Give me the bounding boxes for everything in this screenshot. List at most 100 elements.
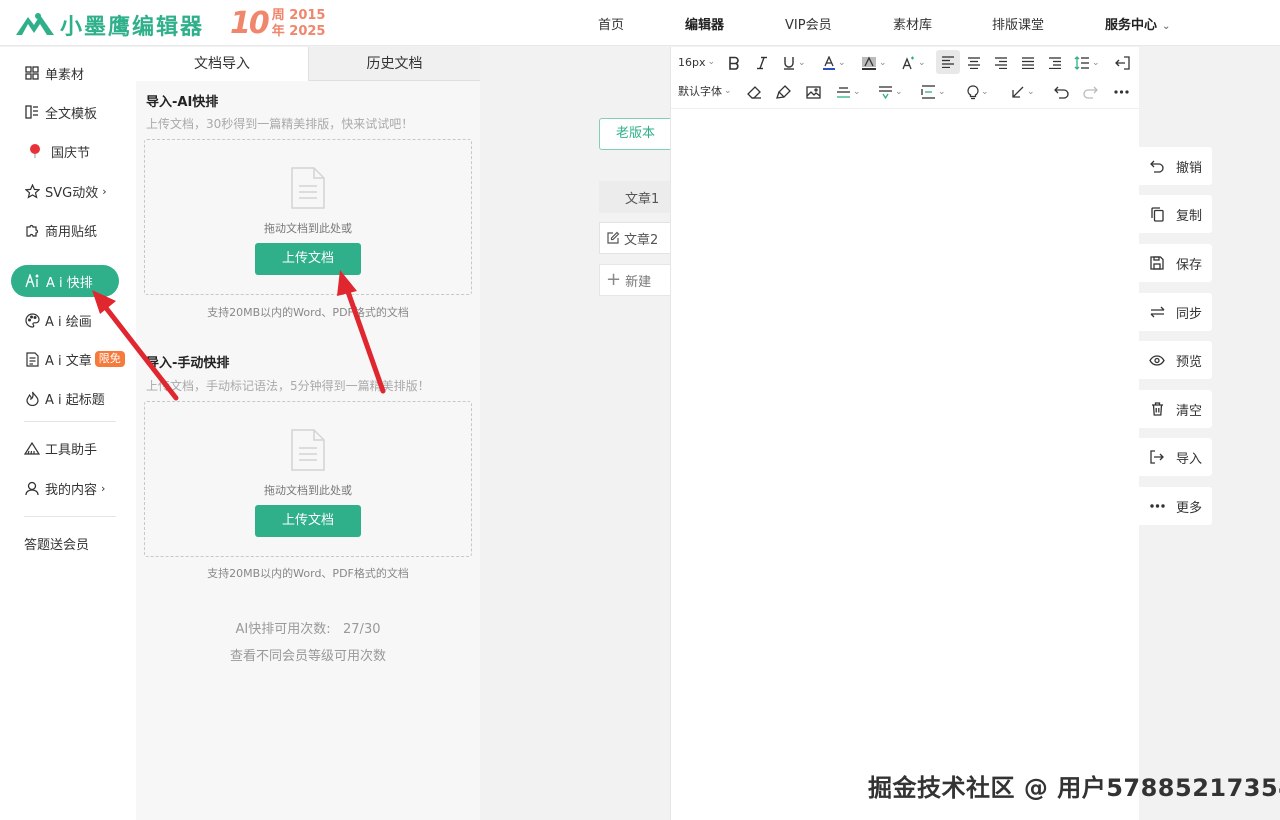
align-center-button[interactable] bbox=[967, 51, 981, 75]
clear-action-button[interactable]: 清空 bbox=[1139, 390, 1212, 428]
tab-document-import[interactable]: 文档导入 bbox=[136, 47, 308, 81]
underline-button[interactable]: ⌄ bbox=[782, 51, 806, 75]
sidebar-item-quiz[interactable]: 答题送会员 bbox=[0, 528, 136, 558]
italic-button[interactable] bbox=[755, 51, 769, 75]
action-label: 更多 bbox=[1176, 500, 1203, 516]
text-effect-icon bbox=[902, 56, 914, 69]
upload-manual-button[interactable]: 上传文档 bbox=[255, 505, 361, 537]
new-article-label: 新建 bbox=[625, 274, 652, 290]
save-action-button[interactable]: 保存 bbox=[1139, 244, 1212, 282]
insert-image-button[interactable] bbox=[806, 80, 821, 104]
font-family-select[interactable]: 默认字体 ⌄ bbox=[678, 79, 732, 103]
eagle-logo-icon bbox=[16, 13, 54, 35]
sidebar-item-ai-article[interactable]: A i 文章 限免 bbox=[0, 344, 136, 374]
nav-home[interactable]: 首页 bbox=[598, 14, 624, 33]
nav-vip[interactable]: VIP会员 bbox=[785, 14, 832, 33]
spacing-before-button[interactable]: ⌄ bbox=[878, 80, 903, 104]
ruler-icon bbox=[24, 440, 40, 456]
doc-icon bbox=[24, 351, 40, 367]
sidebar-item-national-day[interactable]: 国庆节 bbox=[0, 136, 136, 166]
quota-levels-link[interactable]: 查看不同会员等级可用次数 bbox=[136, 645, 480, 664]
article-item-1[interactable]: 文章1 bbox=[599, 181, 679, 213]
background-color-button[interactable]: ⌄ bbox=[861, 51, 887, 75]
line-height-button[interactable]: ⌄ bbox=[1074, 51, 1100, 75]
text-effect-button[interactable]: ⌄ bbox=[900, 51, 926, 75]
font-color-button[interactable]: ⌄ bbox=[822, 51, 846, 75]
bold-button[interactable] bbox=[727, 51, 741, 75]
exit-fullscreen-button[interactable] bbox=[1115, 51, 1130, 75]
ai-suggest-button[interactable]: ⌄ bbox=[967, 80, 989, 104]
template-icon bbox=[24, 104, 40, 120]
sidebar-item-ai-layout[interactable]: A i 快排 bbox=[11, 265, 119, 297]
nav-materials[interactable]: 素材库 bbox=[893, 14, 932, 33]
old-version-button[interactable]: 老版本 bbox=[599, 118, 679, 150]
anniversary-line-1: 周 2015 bbox=[271, 7, 326, 23]
undo-action-button[interactable]: 撤销 bbox=[1139, 147, 1212, 185]
tab-history-documents[interactable]: 历史文档 bbox=[308, 47, 480, 81]
sidebar-item-stickers[interactable]: 商用贴纸 bbox=[0, 215, 136, 245]
import-action-button[interactable]: 导入 bbox=[1139, 438, 1212, 476]
more-tools-button[interactable] bbox=[1114, 80, 1129, 104]
ai-quota-count: AI快排可用次数: 27/30 bbox=[235, 622, 381, 637]
redo-button[interactable] bbox=[1083, 80, 1098, 104]
action-label: 复制 bbox=[1176, 208, 1203, 224]
sidebar-item-templates[interactable]: 全文模板 bbox=[0, 97, 136, 127]
manual-section-desc: 上传文档，手动标记语法，5分钟得到一篇精美排版！ bbox=[146, 379, 430, 393]
drop-hint: 拖动文档到此处或 bbox=[264, 484, 352, 497]
undo-icon bbox=[1054, 86, 1069, 99]
sidebar-item-tools[interactable]: 工具助手 bbox=[0, 433, 136, 463]
sidebar-item-my-content[interactable]: 我的内容 › bbox=[0, 473, 136, 503]
upload-ai-button[interactable]: 上传文档 bbox=[255, 243, 361, 275]
align-right-button[interactable] bbox=[994, 51, 1008, 75]
sidebar-item-single-material[interactable]: 单素材 bbox=[0, 58, 136, 88]
brand-logo[interactable]: 小墨鹰编辑器 bbox=[14, 9, 204, 41]
spacing-after-button[interactable]: ⌄ bbox=[921, 80, 946, 104]
sidebar-divider bbox=[24, 516, 116, 517]
sidebar-item-label: 答题送会员 bbox=[24, 537, 90, 553]
new-article-button[interactable]: + 新建 bbox=[599, 264, 679, 296]
eye-icon bbox=[1149, 352, 1165, 368]
sidebar-item-svg[interactable]: SVG动效 › bbox=[0, 176, 136, 206]
anniversary-number: 10 bbox=[230, 6, 270, 41]
align-justify-button[interactable] bbox=[1021, 51, 1035, 75]
sidebar-item-label: 国庆节 bbox=[51, 145, 91, 161]
clear-format-button[interactable] bbox=[747, 80, 762, 104]
nav-editor[interactable]: 编辑器 bbox=[685, 14, 724, 33]
nav-service[interactable]: 服务中心 ⌄ bbox=[1105, 14, 1170, 33]
user-icon bbox=[24, 480, 40, 496]
action-label: 预览 bbox=[1176, 354, 1203, 370]
indent-button[interactable] bbox=[1048, 51, 1062, 75]
copy-action-button[interactable]: 复制 bbox=[1139, 195, 1212, 233]
sidebar-item-label: 商用贴纸 bbox=[45, 224, 98, 240]
trash-icon bbox=[1149, 401, 1165, 417]
align-center-icon bbox=[968, 57, 980, 69]
font-size-select[interactable]: 16px ⌄ bbox=[678, 50, 715, 74]
editor-area[interactable]: 16px ⌄ ⌄ ⌄ ⌄ ⌄ ⌄ 默认字体 ⌄ ⌄ ⌄ ⌄ ⌄ ⌄ bbox=[670, 47, 1140, 820]
chevron-down-icon: ⌄ bbox=[918, 58, 926, 68]
font-size-value: 16px bbox=[678, 55, 706, 69]
format-painter-button[interactable] bbox=[776, 80, 791, 104]
grid-icon bbox=[24, 65, 40, 81]
manual-section-title: 导入-手动快排 bbox=[146, 356, 230, 371]
ai-drop-zone[interactable]: 拖动文档到此处或 上传文档 bbox=[144, 139, 472, 295]
sidebar-item-ai-paint[interactable]: A i 绘画 bbox=[0, 305, 136, 335]
strikethrough-button[interactable]: ⌄ bbox=[836, 80, 861, 104]
nav-courses[interactable]: 排版课堂 bbox=[992, 14, 1044, 33]
action-label: 导入 bbox=[1176, 451, 1203, 467]
chevron-down-icon: ⌄ bbox=[798, 58, 806, 68]
arrow-insert-button[interactable]: ⌄ bbox=[1011, 80, 1035, 104]
font-family-value: 默认字体 bbox=[678, 85, 722, 98]
align-left-button[interactable] bbox=[936, 50, 960, 74]
undo-button[interactable] bbox=[1054, 80, 1069, 104]
left-sidebar: 单素材 全文模板 国庆节 SVG动效 › 商用贴纸 A i 快排 A i 绘画 … bbox=[0, 47, 136, 820]
article-item-2[interactable]: 文章2 bbox=[599, 222, 679, 254]
preview-action-button[interactable]: 预览 bbox=[1139, 341, 1212, 379]
manual-drop-zone[interactable]: 拖动文档到此处或 上传文档 bbox=[144, 401, 472, 557]
sidebar-item-ai-title[interactable]: A i 起标题 bbox=[0, 383, 136, 413]
star-icon bbox=[24, 183, 40, 199]
more-action-button[interactable]: 更多 bbox=[1139, 487, 1212, 525]
redo-icon bbox=[1083, 86, 1098, 99]
chevron-down-icon: ⌄ bbox=[1027, 87, 1035, 97]
anniversary-line-2: 年 2025 bbox=[271, 23, 326, 39]
sync-action-button[interactable]: 同步 bbox=[1139, 293, 1212, 331]
